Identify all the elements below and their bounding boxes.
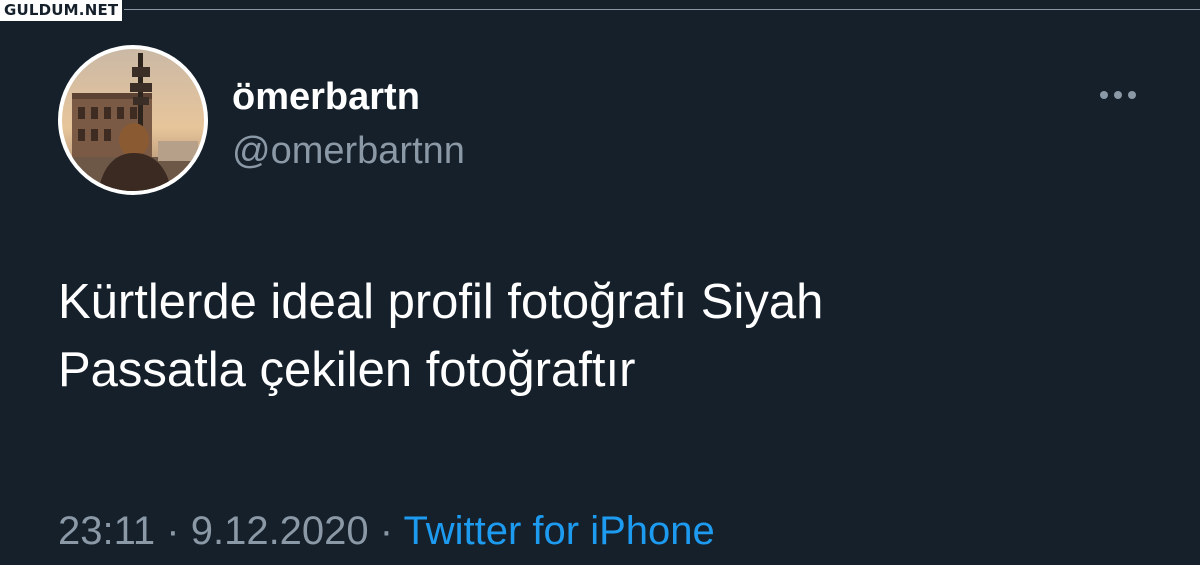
tweet-text-line-2: Passatla çekilen fotoğraftır — [58, 343, 636, 397]
meta-separator: · — [379, 509, 394, 553]
avatar[interactable] — [58, 45, 208, 195]
watermark-logo: GULDUM.NET — [0, 0, 123, 21]
tweet-text-line-1: Kürtlerde ideal profil fotoğrafı Siyah — [58, 275, 824, 329]
tweet-meta: 23:11 · 9.12.2020 · Twitter for iPhone — [58, 505, 715, 557]
more-options-button[interactable] — [1090, 80, 1146, 110]
tweet-time[interactable]: 23:11 — [58, 509, 155, 553]
tweet-date[interactable]: 9.12.2020 — [191, 509, 369, 553]
tweet-text: Kürtlerde ideal profil fotoğrafı Siyah Pa… — [58, 268, 1138, 404]
watermark-divider — [124, 9, 1200, 10]
display-name[interactable]: ömerbartn — [232, 74, 420, 120]
more-horizontal-icon — [1100, 91, 1136, 99]
watermark-bar: GULDUM.NET — [0, 0, 1200, 21]
avatar-photo — [62, 49, 204, 191]
user-handle[interactable]: @omerbartnn — [232, 128, 465, 174]
meta-separator: · — [166, 509, 180, 553]
tweet-source-link[interactable]: Twitter for iPhone — [404, 509, 715, 553]
